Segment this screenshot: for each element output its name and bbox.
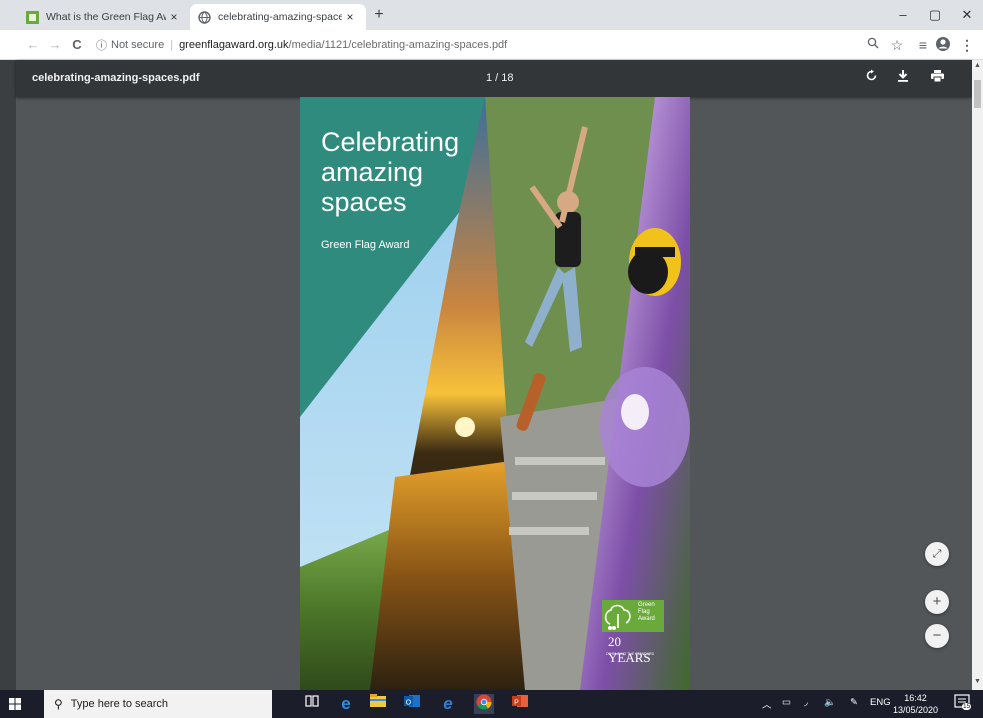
browser-toolbar: ← → C ⓘ Not secure | greenflagaward.org.… xyxy=(0,30,983,60)
tab-title: What is the Green Flag Award xyxy=(46,11,166,23)
green-flag-award-logo: Green Flag Award 20 YEARS OF RAISING THE… xyxy=(602,600,664,665)
profile-icon[interactable] xyxy=(934,36,952,54)
url-host: greenflagaward.org.uk xyxy=(179,39,289,51)
zoom-icon[interactable] xyxy=(864,36,882,54)
logo-text-line-2: Flag xyxy=(638,609,650,615)
cover-title-line-2: amazing xyxy=(321,157,424,187)
powerpoint-icon[interactable]: P xyxy=(510,694,530,714)
clock-time: 16:42 xyxy=(904,693,927,703)
chrome-icon[interactable] xyxy=(474,694,494,714)
logo-text-line-3: Award xyxy=(638,616,655,622)
forward-button[interactable]: → xyxy=(46,36,64,54)
search-placeholder: Type here to search xyxy=(70,698,169,710)
tab-pdf[interactable]: celebrating-amazing-spaces.pdf × xyxy=(190,4,366,30)
logo-tagline: OF RAISING THE STANDARD xyxy=(606,652,655,656)
rotate-icon[interactable] xyxy=(862,69,880,87)
cover-title-line-1: Celebrating xyxy=(321,127,460,157)
download-icon[interactable] xyxy=(894,69,912,87)
internet-explorer-icon[interactable]: e xyxy=(438,694,458,714)
logo-box: Green Flag Award xyxy=(602,600,664,632)
tab-green-flag-award[interactable]: What is the Green Flag Award × xyxy=(18,4,190,30)
notification-count: 15 xyxy=(962,703,972,710)
globe-favicon xyxy=(198,10,211,24)
maximize-button[interactable]: ▢ xyxy=(918,4,952,26)
url-separator: | xyxy=(170,39,174,51)
url-path: /media/1121/celebrating-amazing-spaces.p… xyxy=(288,39,508,51)
tab-close-icon[interactable]: × xyxy=(166,10,182,24)
tab-title: celebrating-amazing-spaces.pdf xyxy=(218,11,342,23)
reload-button[interactable]: C xyxy=(68,36,86,54)
search-icon: ⚲ xyxy=(54,697,63,711)
pen-icon[interactable]: ✎ xyxy=(850,697,858,708)
wifi-icon[interactable]: ◞ xyxy=(804,697,808,708)
new-tab-button[interactable]: + xyxy=(370,6,388,24)
outlook-icon[interactable]: O xyxy=(402,694,422,714)
scroll-up-arrow-icon[interactable]: ▲ xyxy=(973,62,982,69)
reading-list-icon[interactable]: ≡ xyxy=(914,36,932,54)
scroll-down-arrow-icon[interactable]: ▼ xyxy=(973,678,982,685)
svg-text:P: P xyxy=(514,700,519,707)
volume-icon[interactable]: 🔈 xyxy=(824,697,836,708)
logo-years: 20 YEARS xyxy=(608,634,651,665)
scrollbar-thumb[interactable] xyxy=(974,80,981,108)
notification-center-button[interactable]: 15 xyxy=(954,694,974,714)
show-hidden-icons-icon[interactable]: ︿ xyxy=(762,697,772,711)
minimize-button[interactable]: – xyxy=(886,4,920,26)
tab-strip: What is the Green Flag Award × celebrati… xyxy=(0,0,983,30)
battery-icon[interactable]: ▭ xyxy=(782,697,791,708)
task-view-icon[interactable] xyxy=(302,694,322,714)
cover-title-line-3: spaces xyxy=(321,187,407,217)
windows-logo-icon xyxy=(9,698,21,710)
system-clock[interactable]: 16:42 13/05/2020 xyxy=(893,692,938,716)
viewer-left-edge xyxy=(0,60,16,690)
address-bar[interactable]: ⓘ Not secure | greenflagaward.org.uk /me… xyxy=(96,35,876,55)
screen: What is the Green Flag Award × celebrati… xyxy=(0,0,983,718)
start-button[interactable] xyxy=(0,690,30,718)
bookmark-star-icon[interactable]: ☆ xyxy=(888,36,906,54)
vertical-scrollbar[interactable]: ▲ ▼ xyxy=(972,60,983,690)
svg-text:O: O xyxy=(406,700,412,707)
print-icon[interactable] xyxy=(928,69,946,87)
pdf-filename: celebrating-amazing-spaces.pdf xyxy=(32,72,200,84)
cover-title: Celebrating amazing spaces xyxy=(321,127,459,217)
clock-date: 13/05/2020 xyxy=(893,705,939,715)
taskbar-search-box[interactable]: ⚲ Type here to search xyxy=(44,690,272,718)
zoom-out-button[interactable]: − xyxy=(925,624,949,648)
tree-icon xyxy=(604,604,631,630)
page-indicator[interactable]: 1 / 18 xyxy=(486,72,514,84)
back-button[interactable]: ← xyxy=(24,36,42,54)
logo-text-line-1: Green xyxy=(638,602,655,608)
security-status: Not secure xyxy=(111,39,165,51)
fit-to-page-button[interactable]: ⤢ xyxy=(925,542,949,566)
info-icon[interactable]: ⓘ xyxy=(96,37,107,53)
pdf-toolbar: celebrating-amazing-spaces.pdf 1 / 18 xyxy=(16,60,972,97)
tab-close-icon[interactable]: × xyxy=(342,10,358,24)
green-flag-favicon xyxy=(26,10,39,24)
zoom-in-button[interactable]: + xyxy=(925,590,949,614)
language-indicator[interactable]: ENG xyxy=(870,697,891,708)
edge-browser-icon[interactable]: e xyxy=(336,694,356,714)
logo-text: Green Flag Award xyxy=(638,602,655,623)
pdf-page-cover: Celebrating amazing spaces Green Flag Aw… xyxy=(300,97,690,690)
menu-icon[interactable]: ⋮ xyxy=(958,36,976,54)
windows-taskbar: ⚲ Type here to search e O e P ︿ ▭ ◞ 🔈 ✎ … xyxy=(0,690,983,718)
cover-subtitle: Green Flag Award xyxy=(321,239,410,251)
close-window-button[interactable]: ✕ xyxy=(950,4,983,26)
file-explorer-icon[interactable] xyxy=(368,694,388,714)
